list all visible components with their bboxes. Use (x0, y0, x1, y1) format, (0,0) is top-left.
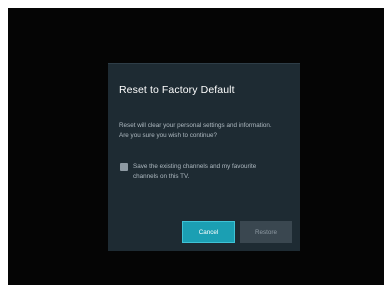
save-channels-label-line-2: channels on this TV. (133, 173, 190, 180)
dialog-title: Reset to Factory Default (119, 84, 235, 96)
dialog-message-line-2: Are you sure you wish to continue? (119, 132, 218, 139)
cancel-button[interactable]: Cancel (182, 221, 235, 243)
tv-screen: Reset to Factory Default Reset will clea… (8, 8, 384, 285)
restore-button[interactable]: Restore (240, 221, 292, 243)
dialog-message: Reset will clear your personal settings … (119, 121, 295, 141)
save-channels-label-line-1: Save the existing channels and my favour… (133, 163, 257, 170)
save-channels-label[interactable]: Save the existing channels and my favour… (133, 162, 293, 182)
dialog-message-line-1: Reset will clear your personal settings … (119, 122, 272, 129)
factory-reset-dialog: Reset to Factory Default Reset will clea… (108, 63, 300, 251)
save-channels-checkbox[interactable] (120, 163, 128, 171)
